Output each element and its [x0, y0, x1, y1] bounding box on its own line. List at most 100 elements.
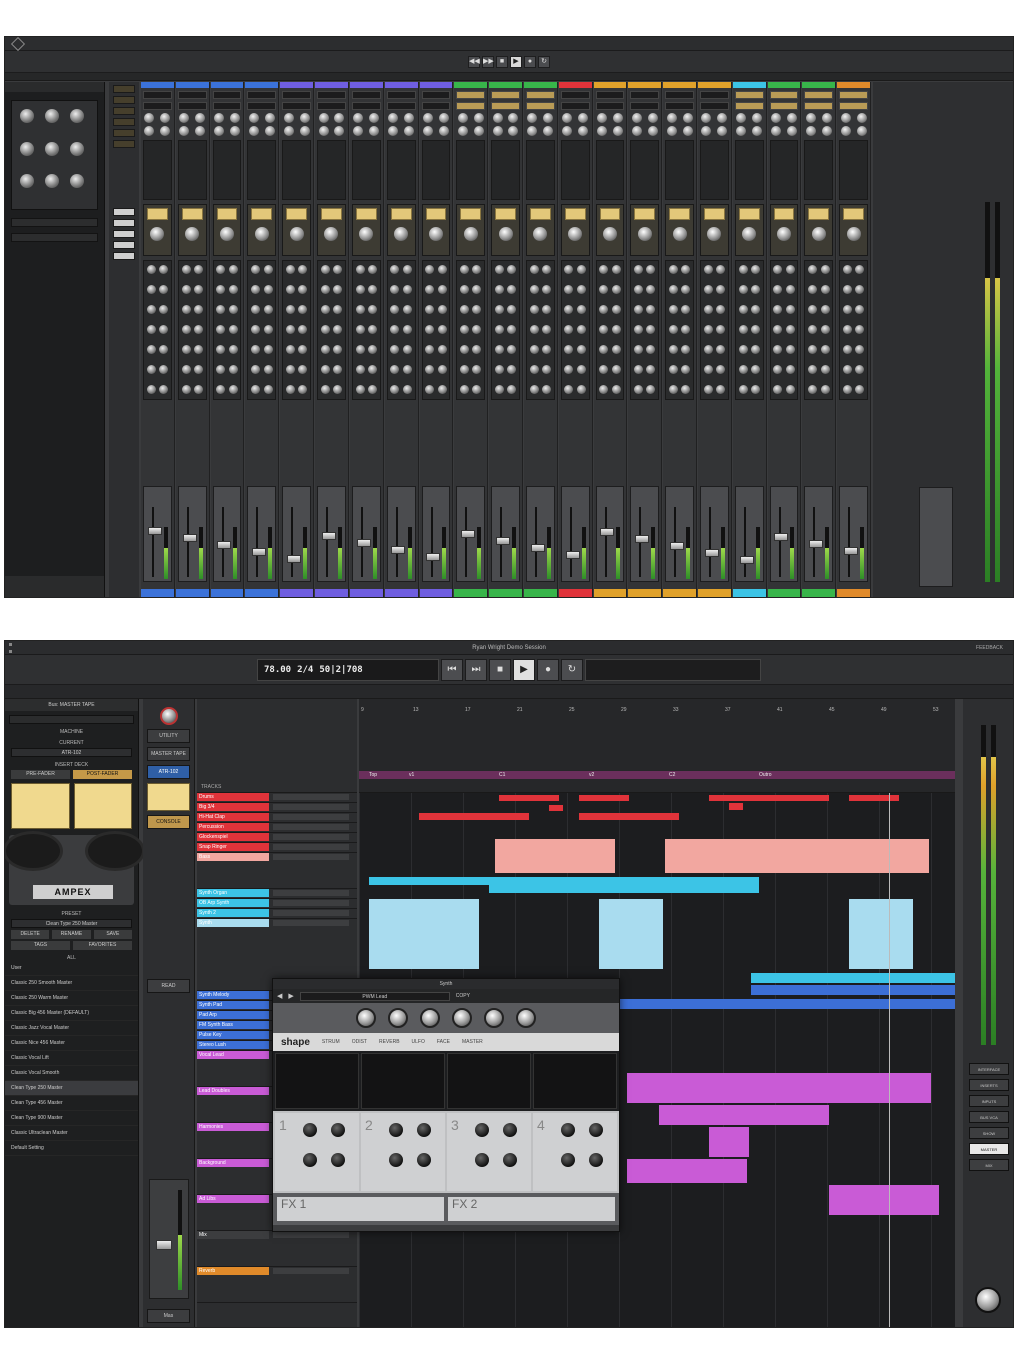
- track-name[interactable]: Ad Libs: [197, 1195, 269, 1203]
- insert-slot[interactable]: [665, 102, 694, 110]
- audio-clip[interactable]: [627, 1073, 931, 1103]
- track-name[interactable]: Synth 2: [197, 909, 269, 917]
- eq-knob[interactable]: [750, 345, 760, 354]
- eq-knob[interactable]: [599, 365, 609, 374]
- sound-module[interactable]: 3: [447, 1113, 531, 1191]
- eq-knob[interactable]: [251, 285, 261, 294]
- macro-knob[interactable]: [516, 1008, 536, 1028]
- macro-knob[interactable]: [484, 1008, 504, 1028]
- dynamics-section[interactable]: [839, 140, 869, 200]
- eq-knob[interactable]: [159, 285, 169, 294]
- compressor-section[interactable]: [630, 204, 660, 256]
- preamp-knob[interactable]: [473, 113, 484, 123]
- macro-knob[interactable]: [388, 1008, 408, 1028]
- plugin-tab[interactable]: ODIST: [352, 1039, 367, 1045]
- macro-knob[interactable]: [452, 1008, 472, 1028]
- track-row[interactable]: Synth Organ: [197, 889, 357, 899]
- eq-knob[interactable]: [193, 365, 203, 374]
- eq-knob[interactable]: [808, 285, 818, 294]
- eq-knob[interactable]: [855, 385, 865, 394]
- eq-knob[interactable]: [437, 265, 447, 274]
- browser-search-input[interactable]: [9, 715, 134, 724]
- insert-slot[interactable]: [491, 102, 520, 110]
- channel-fader[interactable]: [560, 486, 590, 582]
- eq-knob[interactable]: [298, 385, 308, 394]
- preamp-knob[interactable]: [752, 113, 763, 123]
- eq-knob[interactable]: [820, 345, 830, 354]
- eq-knob[interactable]: [611, 345, 621, 354]
- plugin-knob-icon[interactable]: [45, 109, 59, 123]
- eq-knob[interactable]: [159, 345, 169, 354]
- preamp-knob[interactable]: [438, 113, 449, 123]
- eq-knob[interactable]: [564, 385, 574, 394]
- eq-knob[interactable]: [576, 285, 586, 294]
- eq-knob[interactable]: [634, 325, 644, 334]
- compressor-knob[interactable]: [428, 227, 443, 241]
- eq-knob[interactable]: [634, 385, 644, 394]
- ffwd-button[interactable]: ▶▶: [482, 55, 494, 68]
- eq-knob[interactable]: [146, 325, 156, 334]
- eq-knob[interactable]: [146, 265, 156, 274]
- eq-knob[interactable]: [320, 265, 330, 274]
- eq-knob[interactable]: [402, 325, 412, 334]
- fader-cap[interactable]: [321, 532, 336, 540]
- eq-knob[interactable]: [542, 285, 552, 294]
- channel-fader[interactable]: [212, 486, 242, 582]
- eq-knob[interactable]: [646, 285, 656, 294]
- eq-knob[interactable]: [646, 305, 656, 314]
- eq-knob[interactable]: [842, 265, 852, 274]
- eq-knob[interactable]: [668, 325, 678, 334]
- track-name[interactable]: OB Arp Synth: [197, 899, 269, 907]
- section-button[interactable]: [113, 96, 135, 104]
- compressor-knob[interactable]: [254, 227, 269, 241]
- eq-knob[interactable]: [228, 285, 238, 294]
- eq-knob[interactable]: [228, 345, 238, 354]
- channel-fader[interactable]: [282, 486, 312, 582]
- loop-button[interactable]: ↻: [561, 659, 583, 681]
- eq-knob[interactable]: [646, 325, 656, 334]
- eq-knob[interactable]: [820, 365, 830, 374]
- eq-knob[interactable]: [785, 305, 795, 314]
- preamp-knob[interactable]: [821, 113, 832, 123]
- monitor-knob[interactable]: [975, 1287, 1001, 1313]
- eq-knob[interactable]: [298, 325, 308, 334]
- audio-clip[interactable]: [729, 803, 743, 810]
- insert-slot[interactable]: [247, 102, 277, 110]
- eq-knob[interactable]: [808, 265, 818, 274]
- eq-knob[interactable]: [367, 305, 377, 314]
- eq-knob[interactable]: [785, 365, 795, 374]
- eq-knob[interactable]: [367, 265, 377, 274]
- compressor-knob[interactable]: [846, 227, 861, 241]
- track-name[interactable]: Snap Ringer: [197, 843, 269, 851]
- module-knob[interactable]: [331, 1153, 345, 1167]
- eq-knob[interactable]: [402, 345, 412, 354]
- record-button[interactable]: ●: [524, 55, 536, 68]
- channel-fader[interactable]: [595, 486, 625, 582]
- eq-knob[interactable]: [529, 305, 539, 314]
- sound-module[interactable]: 2: [361, 1113, 445, 1191]
- marker[interactable]: v2: [589, 772, 594, 778]
- dynamics-section[interactable]: [351, 140, 381, 200]
- eq-knob[interactable]: [773, 365, 783, 374]
- eq-knob[interactable]: [681, 325, 691, 334]
- eq-knob[interactable]: [750, 385, 760, 394]
- preset-item[interactable]: Classic Vocal Lift: [5, 1051, 138, 1066]
- compressor-knob[interactable]: [289, 227, 304, 241]
- preamp-knob[interactable]: [786, 126, 797, 136]
- eq-knob[interactable]: [599, 285, 609, 294]
- preamp-knob[interactable]: [612, 113, 623, 123]
- audio-clip[interactable]: [751, 985, 955, 995]
- prev-preset-icon[interactable]: ◀: [277, 992, 282, 1000]
- track-name[interactable]: Harmonies: [197, 1123, 269, 1131]
- preamp-knob[interactable]: [562, 113, 573, 123]
- track-row[interactable]: Snap Ringer: [197, 843, 357, 853]
- insert-slot[interactable]: [734, 91, 764, 99]
- module-knob[interactable]: [503, 1153, 517, 1167]
- eq-knob[interactable]: [703, 285, 713, 294]
- track-name[interactable]: Background: [197, 1159, 269, 1167]
- eq-knob[interactable]: [542, 345, 552, 354]
- audio-clip[interactable]: [499, 795, 559, 801]
- eq-knob[interactable]: [216, 365, 226, 374]
- sample-slot[interactable]: [361, 1053, 445, 1109]
- compressor-section[interactable]: [595, 204, 625, 256]
